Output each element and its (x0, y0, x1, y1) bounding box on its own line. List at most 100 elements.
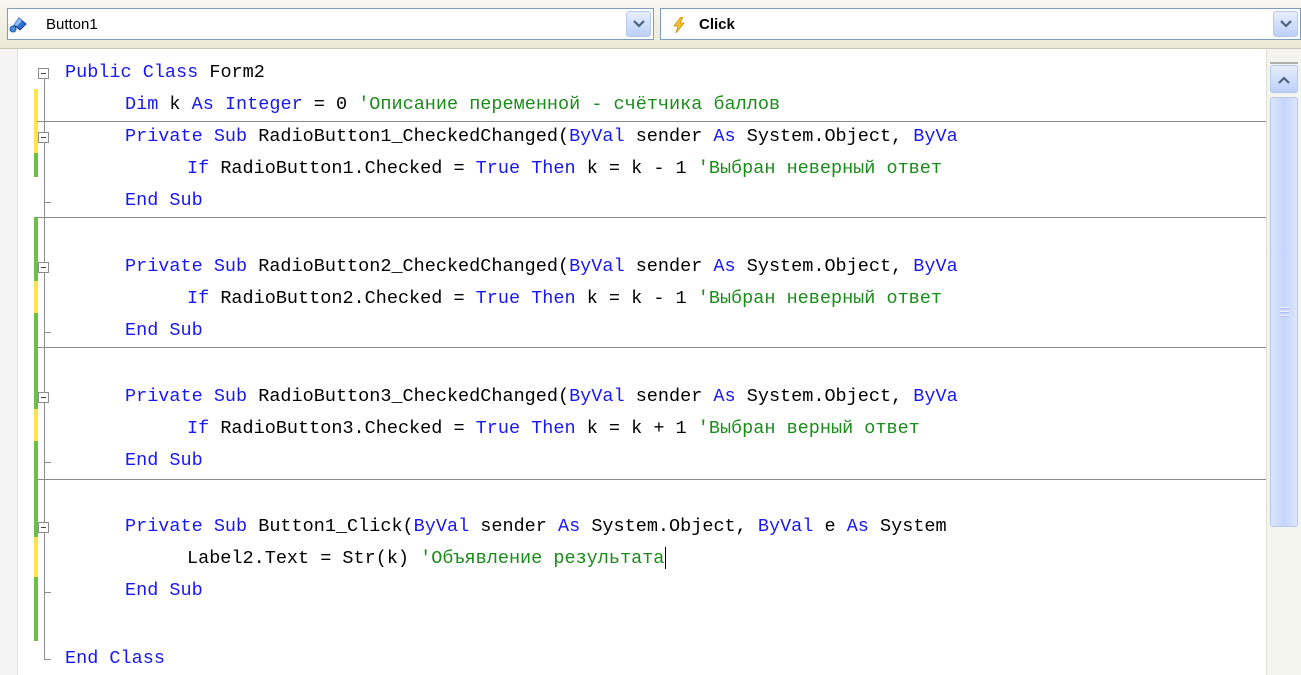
vertical-scrollbar[interactable] (1266, 49, 1301, 675)
comment-token: 'Выбран неверный ответ (697, 158, 942, 179)
keyword-token: As (846, 516, 869, 537)
outline-end-marker (44, 202, 51, 203)
code-token: k = k + 1 (575, 418, 698, 439)
code-token: System.Object, (735, 386, 914, 407)
keyword-token: True (475, 418, 521, 439)
code-line[interactable]: End Sub (125, 185, 203, 217)
collapse-toggle-sub[interactable] (38, 392, 49, 403)
method-name-value: Click (699, 16, 735, 33)
keyword-token: Then (531, 288, 576, 309)
lightning-event-icon (671, 16, 693, 34)
code-line[interactable]: Private Sub Button1_Click(ByVal sender A… (125, 511, 947, 543)
code-token: RadioButton3.Checked = (209, 418, 476, 439)
procedure-separator (37, 347, 1266, 348)
code-line[interactable]: Private Sub RadioButton1_CheckedChanged(… (125, 121, 958, 153)
code-line[interactable]: Private Sub RadioButton2_CheckedChanged(… (125, 251, 958, 283)
code-token: sender (624, 386, 714, 407)
collapse-toggle-sub[interactable] (38, 262, 49, 273)
keyword-token: ByVa (913, 126, 958, 147)
class-name-dropdown[interactable]: Button1 (7, 8, 654, 40)
code-token: RadioButton1.Checked = (209, 158, 476, 179)
code-token: sender (469, 516, 558, 537)
code-token: System (868, 516, 947, 537)
change-bar (34, 177, 38, 217)
keyword-token: Public Class (65, 62, 199, 83)
code-token: RadioButton3_CheckedChanged( (247, 386, 570, 407)
comment-token: 'Объявление результата (420, 548, 665, 569)
keyword-token: Private Sub (125, 386, 248, 407)
keyword-token: Private Sub (125, 516, 248, 537)
change-bar (34, 153, 38, 177)
code-line[interactable]: If RadioButton1.Checked = True Then k = … (187, 153, 942, 185)
keyword-token: ByVal (569, 126, 625, 147)
keyword-token: True (475, 158, 521, 179)
keyword-token: Private Sub (125, 256, 248, 277)
code-editor[interactable]: Public Class Form2 Dim k As Integer = 0 … (0, 49, 1266, 675)
chevron-up-icon (1278, 76, 1290, 84)
comment-token: 'Описание переменной - счётчика баллов (358, 94, 781, 115)
splitter-handle[interactable] (1270, 62, 1298, 64)
code-token: = 0 (302, 94, 359, 115)
code-line[interactable]: End Sub (125, 315, 203, 347)
keyword-token: Integer (224, 94, 303, 115)
code-token: Button1_Click( (247, 516, 414, 537)
code-token: e (813, 516, 847, 537)
code-token: System.Object, (735, 256, 914, 277)
keyword-token: ByVal (757, 516, 814, 537)
keyword-token: ByVal (413, 516, 470, 537)
code-line[interactable]: Public Class Form2 (65, 57, 265, 89)
keyword-token: If (187, 418, 210, 439)
code-token: RadioButton2_CheckedChanged( (247, 256, 570, 277)
code-token: Form2 (198, 62, 265, 83)
method-dropdown-button[interactable] (1273, 11, 1298, 37)
keyword-token: As (713, 386, 736, 407)
code-token: System.Object, (580, 516, 758, 537)
keyword-token: End Sub (125, 190, 203, 211)
outline-guide (44, 79, 45, 659)
code-line[interactable]: Private Sub RadioButton3_CheckedChanged(… (125, 381, 958, 413)
collapse-toggle-class[interactable] (38, 68, 49, 79)
scroll-thumb[interactable] (1270, 97, 1298, 527)
code-line[interactable]: If RadioButton3.Checked = True Then k = … (187, 413, 920, 445)
keyword-token: End Class (65, 648, 165, 669)
comment-token: 'Выбран верный ответ (697, 418, 920, 439)
collapse-toggle-sub[interactable] (38, 132, 49, 143)
code-line[interactable]: End Class (65, 643, 165, 675)
text-caret (665, 547, 667, 570)
scroll-up-button[interactable] (1270, 65, 1298, 93)
outline-end-marker (44, 462, 51, 463)
outline-end-marker (44, 592, 51, 593)
keyword-token: End Sub (125, 580, 203, 601)
code-navigation-bar: Button1 Click (0, 0, 1301, 49)
keyword-token: As (713, 126, 736, 147)
procedure-separator (37, 479, 1266, 480)
code-line[interactable]: Label2.Text = Str(k) 'Объявление результ… (187, 543, 667, 575)
change-bar (34, 409, 38, 441)
comment-token: 'Выбран неверный ответ (697, 288, 942, 309)
keyword-token: Dim (125, 94, 159, 115)
code-line[interactable]: Dim k As Integer = 0 'Описание переменно… (125, 89, 780, 121)
keyword-token: As (713, 256, 736, 277)
method-name-dropdown[interactable]: Click (660, 8, 1301, 40)
indicator-margin[interactable] (0, 49, 18, 675)
scroll-thumb-grip (1280, 315, 1289, 317)
keyword-token: End Sub (125, 320, 203, 341)
keyword-token: As (558, 516, 581, 537)
code-line[interactable]: End Sub (125, 575, 203, 607)
chevron-down-icon (1280, 20, 1292, 28)
code-line[interactable]: If RadioButton2.Checked = True Then k = … (187, 283, 942, 315)
class-dropdown-button[interactable] (626, 11, 651, 37)
code-token: Label2.Text = Str(k) (187, 548, 421, 569)
code-line[interactable]: End Sub (125, 445, 203, 477)
collapse-toggle-sub[interactable] (38, 522, 49, 533)
code-token: k = k - 1 (575, 158, 698, 179)
keyword-token: Private Sub (125, 126, 248, 147)
code-token: System.Object, (735, 126, 914, 147)
keyword-token: ByVa (913, 386, 958, 407)
code-token: k = k - 1 (575, 288, 698, 309)
code-token: RadioButton2.Checked = (209, 288, 476, 309)
